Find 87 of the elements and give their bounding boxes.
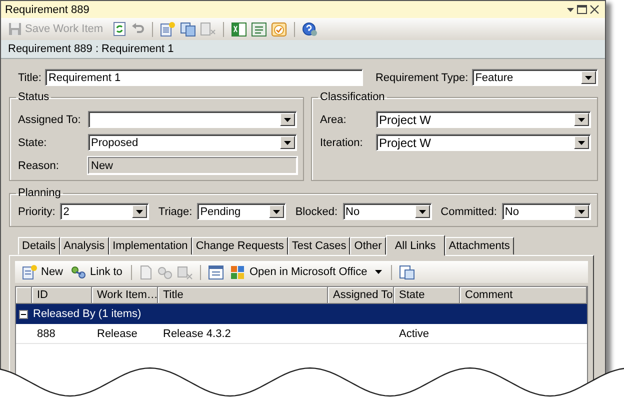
group-row[interactable]: Released By (1 items) bbox=[16, 304, 587, 324]
dropdown-icon[interactable] bbox=[567, 8, 574, 12]
new-document-icon bbox=[22, 264, 38, 280]
checkmark-icon[interactable] bbox=[271, 22, 288, 36]
group-title: Released By (1 items) bbox=[33, 308, 142, 320]
down-arrow-icon bbox=[136, 210, 144, 214]
dropdown-button[interactable] bbox=[280, 136, 295, 149]
field-label: Priority: bbox=[18, 206, 56, 218]
undo-icon[interactable] bbox=[131, 22, 146, 36]
tab[interactable]: Details bbox=[18, 237, 60, 255]
dropdown-button[interactable] bbox=[414, 205, 430, 218]
window-title: Requirement 889 bbox=[5, 4, 90, 16]
dropdown-button[interactable] bbox=[280, 113, 295, 126]
link-button[interactable]: Link to bbox=[69, 264, 124, 280]
office-icon bbox=[230, 264, 246, 280]
field-label: Blocked: bbox=[295, 206, 338, 218]
field-label: Reason: bbox=[18, 160, 60, 172]
field-label: Committed: bbox=[440, 206, 497, 218]
group-title: Classification bbox=[319, 91, 386, 103]
table-cell-text: 888 bbox=[36, 328, 56, 340]
dropdown-button[interactable] bbox=[269, 205, 284, 218]
list-icon[interactable] bbox=[251, 22, 268, 36]
dropdown-field[interactable]: Pending bbox=[197, 203, 286, 220]
dropdown-field[interactable]: Project W bbox=[376, 134, 591, 151]
column-header[interactable]: ID bbox=[32, 287, 92, 304]
column-header[interactable] bbox=[16, 287, 32, 304]
dropdown-field[interactable]: No bbox=[342, 203, 432, 220]
table-cell-text: Active bbox=[398, 328, 430, 340]
title-input[interactable]: Requirement 1 bbox=[45, 69, 364, 86]
down-arrow-icon bbox=[273, 210, 280, 214]
table-cell-text: Release bbox=[96, 328, 138, 340]
down-arrow-icon bbox=[284, 140, 291, 144]
breadcrumb-title: Requirement 889 : Requirement 1 bbox=[8, 43, 174, 55]
column-header[interactable]: Title bbox=[158, 287, 328, 304]
dropdown-field[interactable]: Proposed bbox=[88, 134, 297, 151]
down-arrow-icon bbox=[578, 210, 585, 214]
tab[interactable]: Implementation bbox=[108, 237, 192, 255]
window-icon[interactable] bbox=[208, 264, 224, 280]
down-arrow-icon bbox=[578, 118, 585, 122]
field-label: Requirement Type: bbox=[375, 72, 468, 84]
field-label: Assigned To: bbox=[18, 114, 82, 126]
dropdown-button[interactable] bbox=[574, 205, 589, 218]
maximize-icon[interactable] bbox=[577, 5, 587, 14]
dropdown-button[interactable] bbox=[574, 113, 589, 126]
dropdown-field[interactable] bbox=[88, 111, 297, 128]
table-cell-text: Release 4.3.2 bbox=[162, 328, 232, 340]
dropdown-field[interactable]: Feature bbox=[472, 69, 598, 86]
field-label: Triage: bbox=[158, 206, 192, 218]
copy-icon[interactable] bbox=[180, 22, 196, 36]
tab[interactable]: Test Cases bbox=[288, 237, 350, 255]
new-button[interactable]: New bbox=[20, 264, 66, 280]
dropdown-button[interactable] bbox=[581, 71, 596, 84]
down-arrow-icon bbox=[418, 210, 426, 214]
column-header[interactable]: Work Item… bbox=[92, 287, 158, 304]
group-title: Status bbox=[17, 91, 50, 103]
readonly-field: New bbox=[88, 157, 297, 174]
close-icon[interactable] bbox=[590, 5, 599, 14]
field-label: Iteration: bbox=[320, 136, 364, 148]
dropdown-button[interactable] bbox=[574, 136, 589, 149]
dropdown-field[interactable]: No bbox=[502, 203, 591, 220]
link-icon bbox=[71, 264, 88, 280]
tab[interactable]: All Links bbox=[386, 235, 445, 256]
column-header[interactable]: Comment bbox=[460, 287, 587, 304]
columns-icon[interactable] bbox=[399, 264, 416, 280]
refresh-icon[interactable] bbox=[113, 22, 128, 36]
help-icon[interactable] bbox=[302, 22, 318, 36]
tab[interactable]: Other bbox=[350, 237, 386, 255]
down-arrow-icon bbox=[585, 76, 592, 80]
collapse-icon[interactable] bbox=[19, 310, 28, 318]
new-document-icon[interactable] bbox=[160, 22, 176, 36]
tab[interactable]: Change Requests bbox=[192, 237, 288, 255]
tab[interactable]: Attachments bbox=[444, 237, 514, 255]
dropdown-button[interactable] bbox=[132, 205, 148, 218]
spreadsheet-icon[interactable] bbox=[231, 22, 248, 36]
column-header[interactable]: State bbox=[394, 287, 460, 304]
down-arrow-icon bbox=[284, 118, 291, 122]
caret-icon bbox=[375, 270, 382, 274]
field-label: Area: bbox=[320, 114, 348, 126]
group-title: Planning bbox=[17, 187, 62, 199]
field-label: State: bbox=[18, 136, 48, 148]
down-arrow-icon bbox=[578, 140, 585, 144]
dropdown-field[interactable]: Project W bbox=[376, 111, 591, 128]
dropdown-field[interactable]: 2 bbox=[60, 203, 150, 220]
tab[interactable]: Analysis bbox=[60, 237, 109, 255]
field-label: Title: bbox=[18, 72, 42, 84]
column-header[interactable]: Assigned To bbox=[328, 287, 394, 304]
open-in-office-button[interactable]: Open in Microsoft Office bbox=[228, 264, 384, 280]
